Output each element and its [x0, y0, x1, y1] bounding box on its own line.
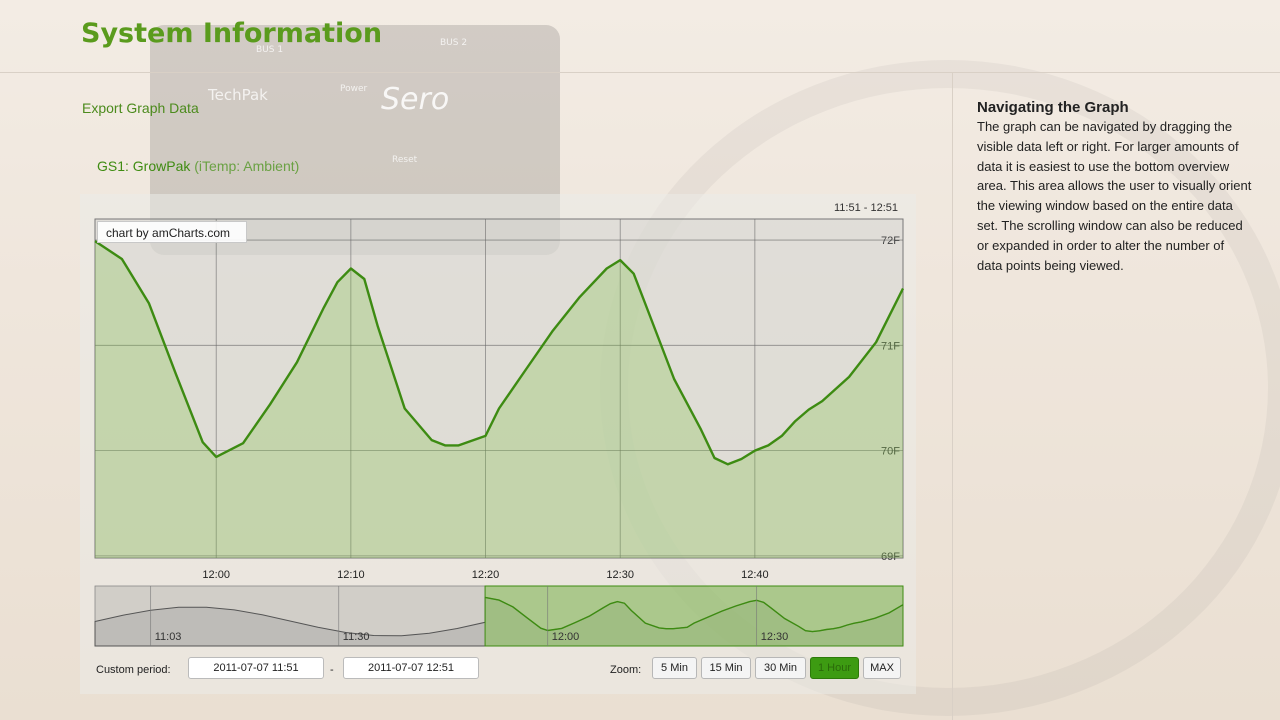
device-label-power: Power [340, 84, 368, 94]
device-label-name: TechPak [208, 86, 268, 104]
graph-heading: GS1: GrowPak (iTemp: Ambient) [97, 158, 299, 174]
custom-period-label: Custom period: [96, 664, 171, 676]
chart-controls: Custom period: - Zoom: 5 Min 15 Min 30 M… [80, 655, 916, 685]
sensor-name: GS1: GrowPak [97, 158, 191, 174]
page-title: System Information [81, 18, 383, 49]
chart-panel: 12:00 12:10 12:20 12:30 12:40 72F 71F 70F 69F 11:… [80, 194, 916, 694]
sero-logo: Sero [381, 82, 450, 117]
header-divider [0, 72, 1280, 73]
temperature-chart[interactable]: 12:00 12:10 12:20 12:30 12:4072F71F70F69F11:… [80, 194, 916, 654]
device-label-bus2: BUS 2 [440, 38, 468, 48]
export-graph-data-link[interactable]: Export Graph Data [82, 100, 199, 116]
zoom-30min-button[interactable]: 30 Min [755, 657, 806, 679]
navigator-tick-label: 12:30 [761, 631, 789, 643]
x-tick-label: 12:20 [472, 569, 500, 581]
zoom-max-button[interactable]: MAX [863, 657, 901, 679]
start-date-input[interactable] [188, 657, 324, 679]
x-tick-label: 12:10 [337, 569, 365, 581]
navigator-tick-label: 11:03 [155, 631, 182, 643]
navigator-tick-label: 11:30 [343, 631, 370, 643]
sidebar-divider [952, 73, 953, 720]
help-body: The graph can be navigated by dragging t… [977, 119, 1252, 273]
zoom-15min-button[interactable]: 15 Min [701, 657, 751, 679]
zoom-5min-button[interactable]: 5 Min [652, 657, 697, 679]
x-tick-label: 12:30 [606, 569, 634, 581]
chart-range-label: 11:51 - 12:51 [833, 202, 898, 214]
device-label-reset: Reset [392, 155, 418, 165]
help-title: Navigating the Graph [977, 99, 1129, 116]
sensor-subtitle: (iTemp: Ambient) [194, 158, 300, 174]
x-tick-label: 12:40 [741, 569, 769, 581]
navigator-tick-label: 12:00 [552, 631, 580, 643]
x-tick-label: 12:00 [202, 569, 230, 581]
zoom-label: Zoom: [610, 664, 642, 676]
zoom-1hour-button[interactable]: 1 Hour [810, 657, 859, 679]
navigation-help-panel: Navigating the Graph The graph can be na… [977, 99, 1252, 275]
amcharts-credit[interactable]: chart by amCharts.com [97, 221, 247, 243]
end-date-input[interactable] [343, 657, 479, 679]
y-tick-label: 72F [881, 235, 900, 247]
period-separator: - [330, 664, 334, 676]
